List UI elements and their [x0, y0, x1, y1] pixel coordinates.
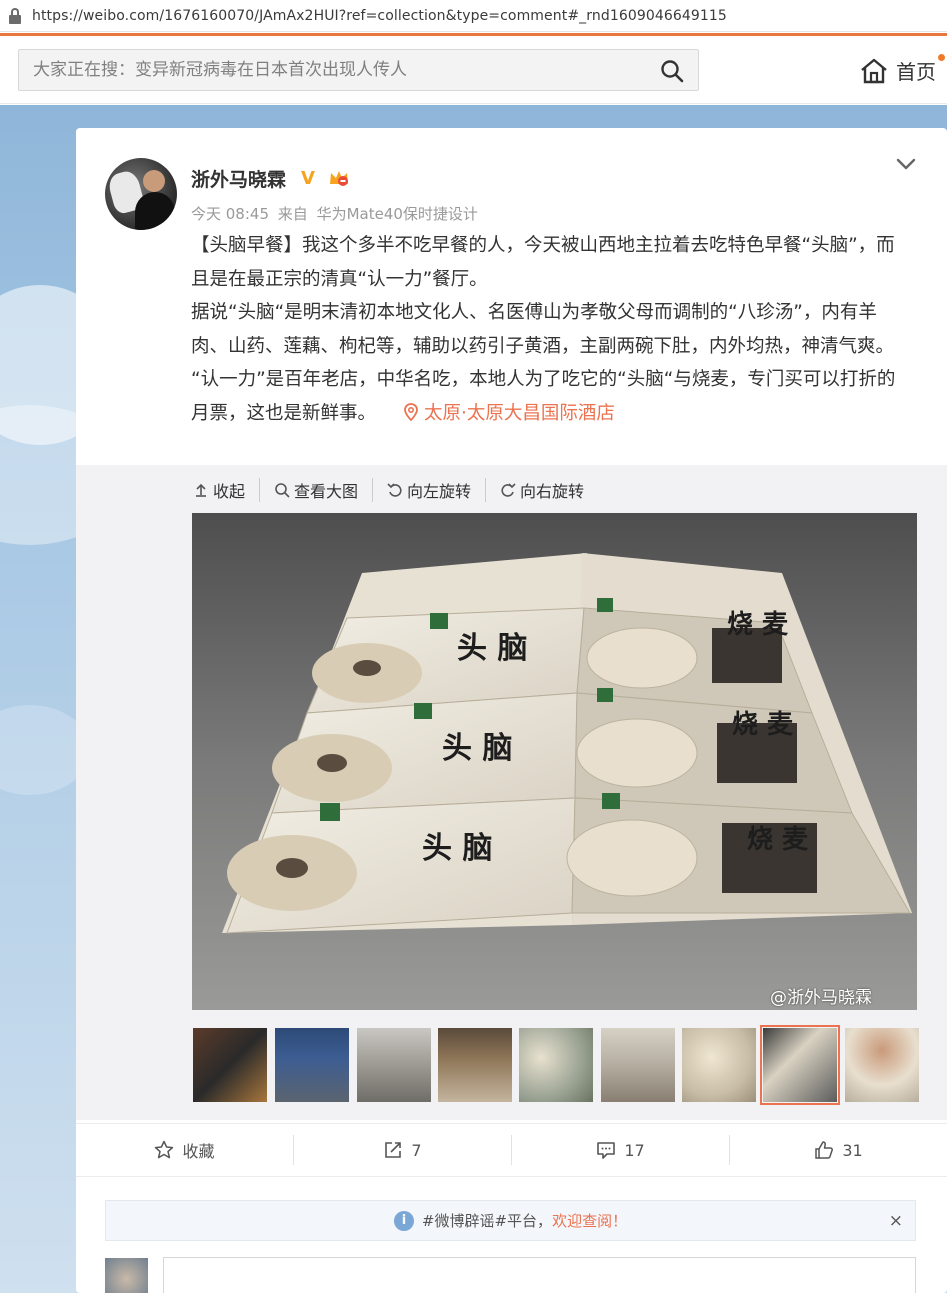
- notification-dot: [938, 54, 945, 61]
- rotate-right-button[interactable]: 向右旋转: [500, 478, 598, 502]
- notice-text[interactable]: #微博辟谣#平台，: [422, 1210, 552, 1231]
- home-icon: [861, 58, 887, 83]
- photo-watermark: @浙外马晓霖: [770, 988, 872, 1008]
- chevron-down-icon[interactable]: [895, 156, 917, 172]
- collapse-label: 收起: [213, 482, 246, 501]
- thumbnail[interactable]: [193, 1028, 267, 1102]
- thumbnail[interactable]: [519, 1028, 593, 1102]
- rotate-right-icon: [501, 483, 516, 497]
- svg-text:烧 麦: 烧 麦: [747, 825, 809, 855]
- thumbnail[interactable]: [682, 1028, 756, 1102]
- share-icon: [385, 1142, 402, 1158]
- post-paragraph: 据说“头脑“是明末清初本地文化人、名医傅山为孝敬父母而调制的“八珍汤”，内有羊肉…: [191, 302, 895, 357]
- svg-text:头 脑: 头 脑: [457, 631, 527, 666]
- rumor-notice-banner: i #微博辟谣#平台， 欢迎查阅！ ×: [105, 1200, 916, 1241]
- favorite-button[interactable]: 收藏: [76, 1135, 294, 1165]
- search-input[interactable]: [19, 50, 639, 90]
- commenter-avatar[interactable]: [105, 1258, 148, 1293]
- thumbnail[interactable]: [275, 1028, 349, 1102]
- location-link[interactable]: 太原·太原大昌国际酒店: [424, 403, 615, 424]
- info-icon: i: [393, 1210, 414, 1231]
- avatar[interactable]: [105, 158, 177, 230]
- meal-tickets-photo: 头 脑 头 脑 头 脑 烧 麦 烧 麦 烧 麦: [192, 513, 917, 1010]
- rotate-left-button[interactable]: 向左旋转: [387, 478, 487, 502]
- like-count: 31: [842, 1140, 863, 1160]
- home-label[interactable]: 首页: [896, 56, 936, 85]
- site-header: 首页: [0, 36, 947, 104]
- thumbnail[interactable]: [601, 1028, 675, 1102]
- location-pin-icon: [404, 403, 418, 421]
- thumbnail-selected[interactable]: [760, 1025, 840, 1105]
- svg-text:头 脑: 头 脑: [422, 831, 492, 866]
- source-prefix: 来自: [277, 205, 308, 223]
- search-icon[interactable]: [660, 59, 684, 83]
- collapse-button[interactable]: 收起: [193, 478, 261, 502]
- action-bar: 收藏 7 17 31: [76, 1123, 947, 1177]
- star-icon: [155, 1140, 174, 1159]
- main-photo[interactable]: 头 脑 头 脑 头 脑 烧 麦 烧 麦 烧 麦: [192, 513, 917, 1010]
- post-time[interactable]: 今天 08:45: [191, 205, 269, 223]
- view-large-label: 查看大图: [294, 482, 359, 501]
- lock-icon: [8, 7, 22, 24]
- magnifier-icon: [275, 483, 290, 498]
- svg-text:烧 麦: 烧 麦: [727, 610, 789, 640]
- favorite-label: 收藏: [182, 1142, 215, 1161]
- post-text: 【头脑早餐】我这个多半不吃早餐的人，今天被山西地主拉着去吃特色早餐“头脑”，而且…: [191, 229, 911, 431]
- rotate-right-label: 向右旋转: [520, 482, 585, 501]
- verified-badge-icon[interactable]: V: [301, 168, 315, 189]
- close-icon[interactable]: ×: [889, 1211, 903, 1231]
- comment-input[interactable]: [163, 1257, 916, 1293]
- comment-count: 17: [624, 1140, 645, 1160]
- repost-count: 7: [411, 1140, 422, 1160]
- thumbs-up-icon: [815, 1141, 834, 1159]
- view-large-button[interactable]: 查看大图: [274, 478, 374, 502]
- member-crown-icon[interactable]: [328, 168, 350, 188]
- post-source[interactable]: 华为Mate40保时捷设计: [317, 205, 478, 223]
- thumbnail[interactable]: [845, 1028, 919, 1102]
- address-bar[interactable]: https://weibo.com/1676160070/JAmAx2HUI?r…: [0, 0, 947, 32]
- thumbnail[interactable]: [438, 1028, 512, 1102]
- home-link[interactable]: 首页: [860, 54, 945, 85]
- post-paragraph: 【头脑早餐】我这个多半不吃早餐的人，今天被山西地主拉着去吃特色早餐“头脑”，而且…: [191, 235, 895, 290]
- thumbnail[interactable]: [357, 1028, 431, 1102]
- comment-button[interactable]: 17: [512, 1135, 730, 1165]
- post-paragraph: “认一力”是百年老店，中华名吃，本地人为了吃它的“头脑“与烧麦，专门买可以打折的…: [191, 363, 911, 430]
- username[interactable]: 浙外马晓霖: [191, 165, 286, 192]
- collapse-icon: [196, 483, 206, 497]
- like-button[interactable]: 31: [730, 1135, 947, 1165]
- repost-button[interactable]: 7: [294, 1135, 512, 1165]
- search-box[interactable]: [18, 49, 699, 91]
- post-meta: 今天 08:45 来自 华为Mate40保时捷设计: [191, 203, 482, 224]
- notice-link[interactable]: 欢迎查阅！: [552, 1210, 627, 1231]
- comment-icon: [597, 1142, 616, 1159]
- media-toolbar: 收起 查看大图 向左旋转 向右旋转: [193, 478, 612, 502]
- url-text[interactable]: https://weibo.com/1676160070/JAmAx2HUI?r…: [32, 8, 727, 24]
- rotate-left-icon: [387, 483, 402, 497]
- svg-text:烧 麦: 烧 麦: [732, 710, 794, 740]
- rotate-left-label: 向左旋转: [407, 482, 472, 501]
- svg-text:头 脑: 头 脑: [442, 731, 512, 766]
